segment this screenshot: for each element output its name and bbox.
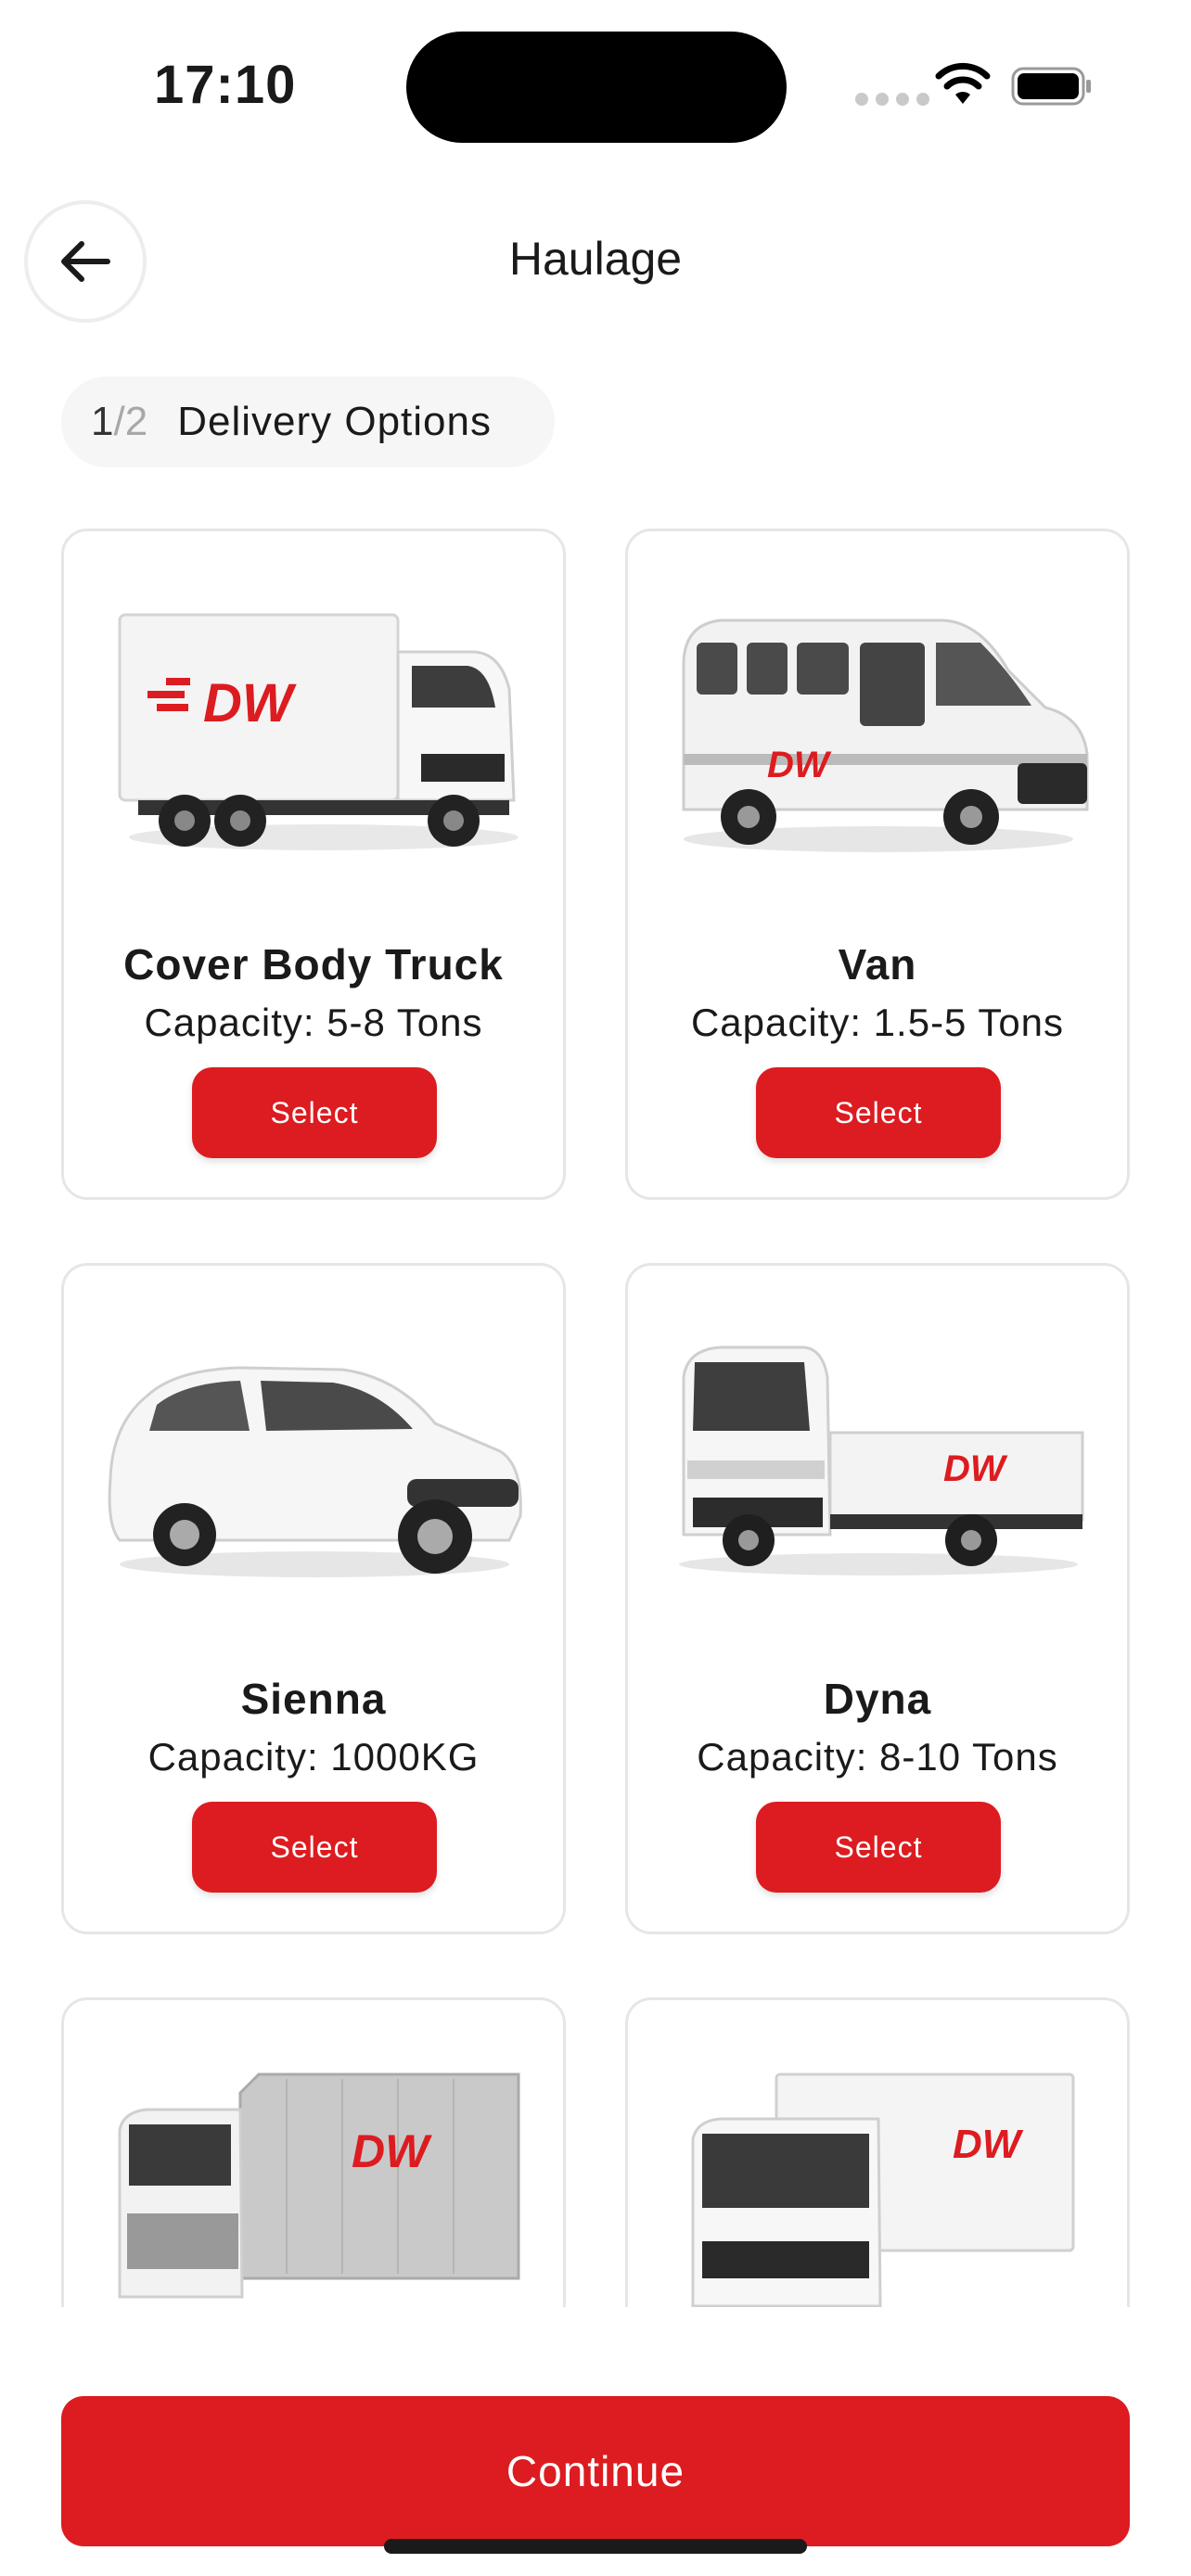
brand-logo: DW <box>352 2125 432 2177</box>
vehicle-card-van[interactable]: DW Van Capacity: 1.5-5 Tons Select <box>625 529 1130 1200</box>
vehicle-card-dyna[interactable]: DW Dyna Capacity: 8-10 Tons Select <box>625 1263 1130 1934</box>
box-truck-image: DW <box>118 2072 520 2299</box>
large-truck-image: DW <box>691 2072 1075 2307</box>
home-indicator <box>384 2539 807 2554</box>
select-button[interactable]: Select <box>756 1802 1001 1893</box>
status-time: 17:10 <box>154 55 297 115</box>
vehicle-name: Sienna <box>240 1675 387 1723</box>
continue-button[interactable]: Continue <box>61 2396 1130 2546</box>
vehicle-card-large-truck[interactable]: DW <box>625 1997 1130 2307</box>
vehicle-capacity: Capacity: 8-10 Tons <box>697 1735 1058 1779</box>
wifi-icon <box>935 62 991 104</box>
brand-logo: DW <box>203 673 297 733</box>
vehicle-list[interactable]: DW Cover Body Truck Capacity: 5-8 Tons S… <box>0 519 1191 2307</box>
step-total: 2 <box>124 399 148 444</box>
cellular-signal-icon <box>855 93 929 106</box>
dyna-image: DW <box>679 1345 1084 1575</box>
step-separator: / <box>113 399 125 444</box>
vehicle-name: Cover Body Truck <box>123 940 504 988</box>
brand-logo: DW <box>767 745 832 785</box>
brand-logo: DW <box>953 2122 1024 2167</box>
vehicle-card-cover-body-truck[interactable]: DW Cover Body Truck Capacity: 5-8 Tons S… <box>61 529 566 1200</box>
select-button[interactable]: Select <box>192 1802 437 1893</box>
step-current: 1 <box>91 399 114 444</box>
van-image: DW <box>682 618 1089 852</box>
page-title: Haulage <box>508 233 683 285</box>
brand-logo: DW <box>943 1448 1008 1489</box>
sienna-image <box>108 1366 522 1577</box>
vehicle-card-box-truck[interactable]: DW <box>61 1997 566 2307</box>
vehicle-name: Van <box>838 940 917 988</box>
select-button[interactable]: Select <box>756 1067 1001 1158</box>
vehicle-capacity: Capacity: 5-8 Tons <box>144 1001 483 1044</box>
battery-icon <box>1011 67 1091 106</box>
status-bar: 17:10 <box>0 0 1191 167</box>
cover-body-truck-image: DW <box>118 613 519 850</box>
vehicle-name: Dyna <box>823 1675 932 1723</box>
step-label: Delivery Options <box>177 399 492 444</box>
select-button[interactable]: Select <box>192 1067 437 1158</box>
vehicle-card-sienna[interactable]: Sienna Capacity: 1000KG Select <box>61 1263 566 1934</box>
step-indicator: 1/2 Delivery Options <box>61 376 555 467</box>
vehicle-capacity: Capacity: 1000KG <box>147 1735 480 1779</box>
dynamic-island <box>406 32 787 143</box>
vehicle-capacity: Capacity: 1.5-5 Tons <box>690 1001 1065 1044</box>
